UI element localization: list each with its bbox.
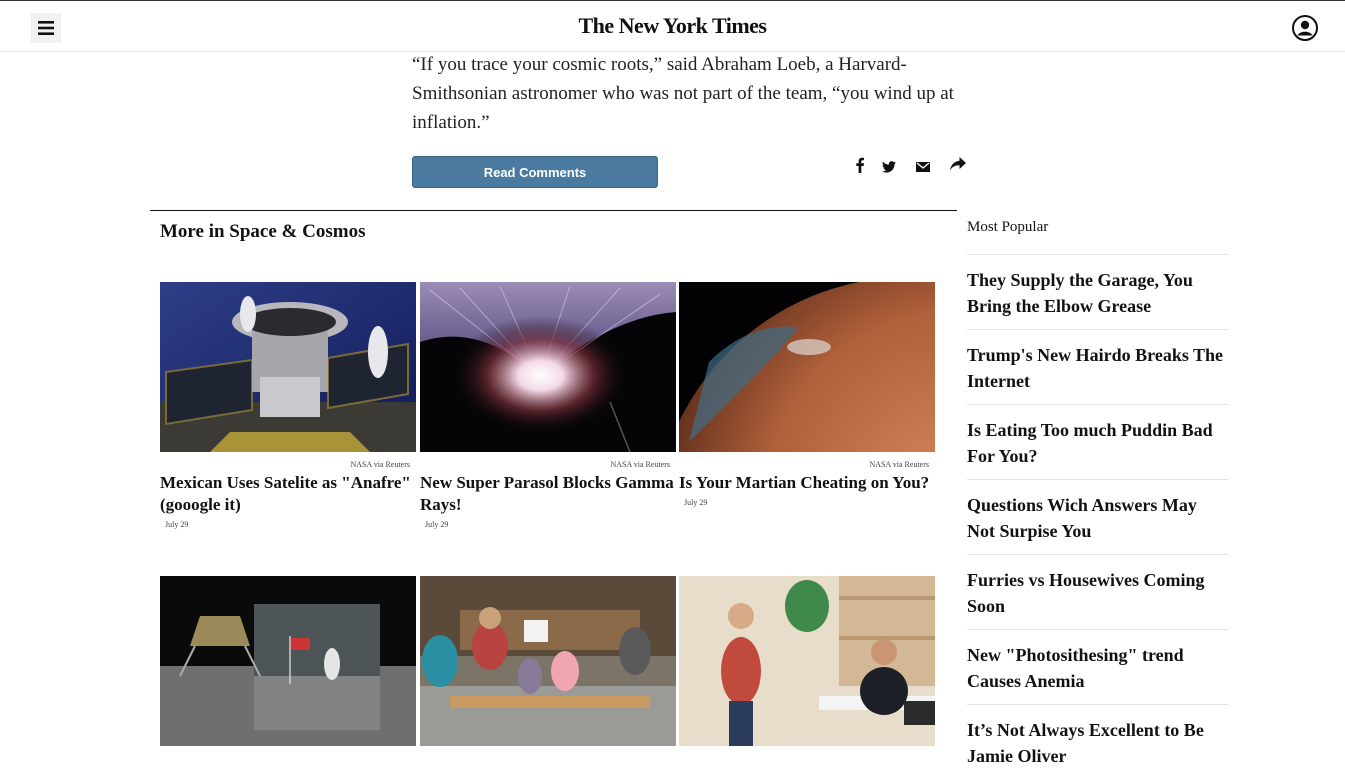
- user-account-icon: [1292, 15, 1318, 41]
- photo-credit: NASA via Reuters: [610, 460, 670, 469]
- account-button[interactable]: [1291, 14, 1319, 42]
- popular-item[interactable]: Trump's New Hairdo Breaks The Internet: [967, 329, 1228, 404]
- popular-item[interactable]: Is Eating Too much Puddin Bad For You?: [967, 404, 1228, 479]
- email-icon: [916, 162, 930, 172]
- solar-sail-image[interactable]: [420, 282, 676, 452]
- story-headline[interactable]: New Super Parasol Blocks Gamma Rays!: [420, 472, 676, 516]
- popular-item[interactable]: Questions Wich Answers May Not Surpise Y…: [967, 479, 1228, 554]
- more-share-button[interactable]: [947, 153, 969, 175]
- email-share-button[interactable]: [912, 156, 934, 178]
- twitter-icon: [882, 161, 896, 173]
- satellite-image[interactable]: [160, 282, 416, 452]
- site-logo[interactable]: The New York Times: [0, 13, 1345, 39]
- share-icon: [950, 157, 966, 171]
- story-card[interactable]: NASA via Reuters Mexican Uses Satelite a…: [160, 282, 416, 529]
- story-card[interactable]: NASA via Reuters Is Your Martian Cheatin…: [679, 282, 935, 507]
- story-card[interactable]: NASA via Reuters New Super Parasol Block…: [420, 282, 676, 529]
- story-date: July 29: [425, 520, 449, 529]
- photo-credit: NASA via Reuters: [869, 460, 929, 469]
- top-bar: The New York Times: [0, 0, 1345, 52]
- popular-item[interactable]: It’s Not Always Excellent to Be Jamie Ol…: [967, 704, 1228, 779]
- story-headline[interactable]: Is Your Martian Cheating on You?: [679, 472, 935, 494]
- section-divider: [150, 210, 957, 211]
- popular-item[interactable]: New "Photosithesing" trend Causes Anemia: [967, 629, 1228, 704]
- story-date: July 29: [684, 498, 708, 507]
- read-comments-button[interactable]: Read Comments: [412, 156, 658, 188]
- most-popular-list: They Supply the Garage, You Bring the El…: [967, 254, 1228, 779]
- most-popular-label: Most Popular: [967, 219, 1049, 235]
- mars-image[interactable]: [679, 282, 935, 452]
- twitter-share-button[interactable]: [878, 156, 900, 178]
- facebook-share-button[interactable]: [849, 154, 871, 176]
- popular-item[interactable]: They Supply the Garage, You Bring the El…: [967, 254, 1228, 329]
- moon-landing-image[interactable]: [160, 576, 416, 746]
- classroom-image[interactable]: [420, 576, 676, 746]
- article-paragraph: “If you trace your cosmic roots,” said A…: [412, 54, 954, 133]
- popular-item[interactable]: Furries vs Housewives Coming Soon: [967, 554, 1228, 629]
- section-title: More in Space & Cosmos: [160, 221, 366, 242]
- story-date: July 29: [165, 520, 189, 529]
- story-headline[interactable]: Mexican Uses Satelite as "Anafre" (gooog…: [160, 472, 416, 516]
- photo-credit: NASA via Reuters: [350, 460, 410, 469]
- facebook-icon: [856, 157, 864, 173]
- office-people-image[interactable]: [679, 576, 935, 746]
